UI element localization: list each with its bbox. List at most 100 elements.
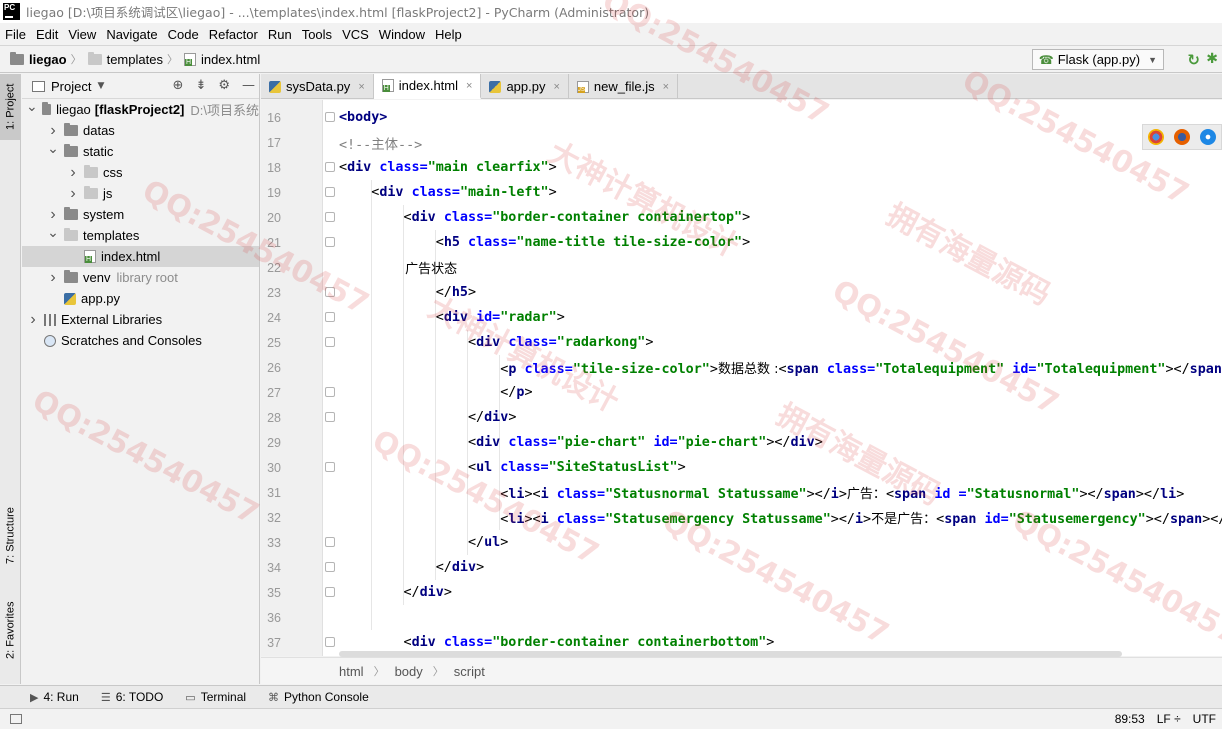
fold-marker-icon[interactable] [325, 112, 335, 122]
close-icon[interactable]: × [663, 81, 669, 93]
tree-item[interactable]: ⌄ static [22, 141, 259, 162]
tree-item[interactable]: index.html [22, 246, 259, 267]
tree-item[interactable]: app.py [22, 288, 259, 309]
close-icon[interactable]: × [553, 81, 559, 93]
tree-item[interactable]: › system [22, 204, 259, 225]
tree-item[interactable]: › datas [22, 120, 259, 141]
menu-refactor[interactable]: Refactor [209, 27, 258, 42]
tool-window-4-run[interactable]: ▶ 4: Run [30, 690, 79, 704]
menu-code[interactable]: Code [168, 27, 199, 42]
tool-tab-project[interactable]: 1: Project [0, 74, 21, 140]
caret-position[interactable]: 89:53 [1115, 712, 1145, 726]
chevron-down-icon[interactable]: ⌄ [46, 225, 60, 241]
run-configuration-dropdown[interactable]: ☎ Flask (app.py) ▼ [1031, 49, 1164, 70]
breadcrumb-html[interactable]: html [339, 664, 364, 679]
fold-marker-icon[interactable] [325, 287, 335, 297]
chevron-right-icon[interactable]: › [46, 269, 60, 287]
tree-item[interactable]: ⌄ templates [22, 225, 259, 246]
code-line: 23 </h5> [261, 280, 1222, 305]
tool-window-terminal[interactable]: ▭ Terminal [185, 690, 246, 704]
editor-tab-label: sysData.py [286, 79, 351, 94]
tool-window-python-console[interactable]: ⌘ Python Console [268, 690, 369, 704]
editor-tab[interactable]: index.html × [373, 74, 482, 99]
tree-item-label: datas [83, 123, 115, 138]
fold-marker-icon[interactable] [325, 462, 335, 472]
fold-marker-icon[interactable] [325, 237, 335, 247]
gear-icon[interactable]: ⚙ [218, 78, 230, 93]
chevron-right-icon[interactable]: › [66, 185, 80, 203]
menu-tools[interactable]: Tools [302, 27, 332, 42]
tree-item[interactable]: › External Libraries [22, 309, 259, 330]
menu-edit[interactable]: Edit [36, 27, 58, 42]
tool-window-label: 4: Run [43, 690, 79, 704]
chevron-right-icon[interactable]: › [66, 164, 80, 182]
menu-run[interactable]: Run [268, 27, 292, 42]
code-editor[interactable]: 16 <body> 17 <!--主体--> 18 <div class="main cl… [261, 100, 1222, 656]
firefox-icon[interactable] [1174, 129, 1190, 145]
code-text: </div> [339, 410, 517, 425]
breadcrumb-body[interactable]: body [395, 664, 423, 679]
chevron-right-icon[interactable]: › [26, 311, 40, 329]
breadcrumb-script[interactable]: script [454, 664, 485, 679]
tool-tab-structure[interactable]: 7: Structure [0, 494, 21, 578]
debug-icon[interactable]: ✱ [1206, 51, 1218, 67]
menu-vcs[interactable]: VCS [342, 27, 369, 42]
menu-help[interactable]: Help [435, 27, 462, 42]
tree-item[interactable]: Scratches and Consoles [22, 330, 259, 351]
code-line: 32 <li><i class="Statusemergency Statuss… [261, 505, 1222, 530]
code-text: <ul class="SiteStatusList"> [339, 460, 686, 475]
close-icon[interactable]: × [466, 80, 472, 92]
project-tree: ⌄ liegao [flaskProject2] D:\项目系统 › datas ⌄ sta… [22, 99, 259, 351]
menu-view[interactable]: View [68, 27, 96, 42]
chevron-right-icon[interactable]: › [46, 122, 60, 140]
line-number: 29 [267, 435, 281, 450]
line-number: 34 [267, 560, 281, 575]
tree-item[interactable]: › css [22, 162, 259, 183]
tool-tab-favorites[interactable]: 2: Favorites [0, 590, 21, 670]
chevron-right-icon[interactable]: › [46, 206, 60, 224]
fold-marker-icon[interactable] [325, 162, 335, 172]
line-number: 18 [267, 160, 281, 175]
fold-marker-icon[interactable] [325, 537, 335, 547]
tool-window-6-todo[interactable]: ☰ 6: TODO [101, 690, 163, 704]
nav-crumb-templates[interactable]: templates 〉 [87, 51, 184, 67]
fold-marker-icon[interactable] [325, 637, 335, 647]
editor-tab[interactable]: sysData.py × [261, 74, 374, 99]
fold-marker-icon[interactable] [325, 387, 335, 397]
fold-marker-icon[interactable] [325, 337, 335, 347]
nav-crumb-project[interactable]: liegao 〉 [10, 51, 88, 67]
chevron-down-icon[interactable]: ⌄ [46, 141, 60, 157]
close-icon[interactable]: × [358, 81, 364, 93]
menu-navigate[interactable]: Navigate [106, 27, 157, 42]
chevron-down-icon[interactable]: ⌄ [26, 99, 38, 115]
tree-item[interactable]: › js [22, 183, 259, 204]
fold-marker-icon[interactable] [325, 412, 335, 422]
line-separator[interactable]: LF ÷ [1157, 712, 1181, 726]
fold-marker-icon[interactable] [325, 212, 335, 222]
locate-icon[interactable]: ⊕ [173, 78, 184, 93]
fold-marker-icon[interactable] [325, 562, 335, 572]
rerun-icon[interactable]: ↻ [1187, 51, 1200, 69]
editor-tab[interactable]: new_file.js × [569, 74, 679, 99]
chevron-down-icon[interactable]: ▼ [97, 81, 104, 91]
file-encoding[interactable]: UTF [1193, 712, 1216, 726]
fold-marker-icon[interactable] [325, 187, 335, 197]
safari-icon[interactable] [1200, 129, 1216, 145]
tree-item[interactable]: ⌄ liegao [flaskProject2] D:\项目系统 [22, 99, 259, 120]
code-line: 34 </div> [261, 555, 1222, 580]
nav-crumb-file[interactable]: index.html [183, 52, 260, 67]
code-line: 36 [261, 605, 1222, 630]
collapse-all-icon[interactable]: ⇟ [195, 78, 206, 93]
html-file-icon [183, 52, 196, 66]
menu-window[interactable]: Window [379, 27, 425, 42]
tool-windows-toggle-icon[interactable] [10, 714, 22, 724]
tree-item[interactable]: › venv library root [22, 267, 259, 288]
menu-file[interactable]: File [5, 27, 26, 42]
chrome-icon[interactable] [1148, 129, 1164, 145]
project-view-selector[interactable]: Project [51, 79, 91, 94]
hide-icon[interactable]: — [242, 78, 255, 93]
editor-tab[interactable]: app.py × [481, 74, 569, 99]
chevron-down-icon: ▼ [1148, 54, 1157, 65]
fold-marker-icon[interactable] [325, 312, 335, 322]
fold-marker-icon[interactable] [325, 587, 335, 597]
